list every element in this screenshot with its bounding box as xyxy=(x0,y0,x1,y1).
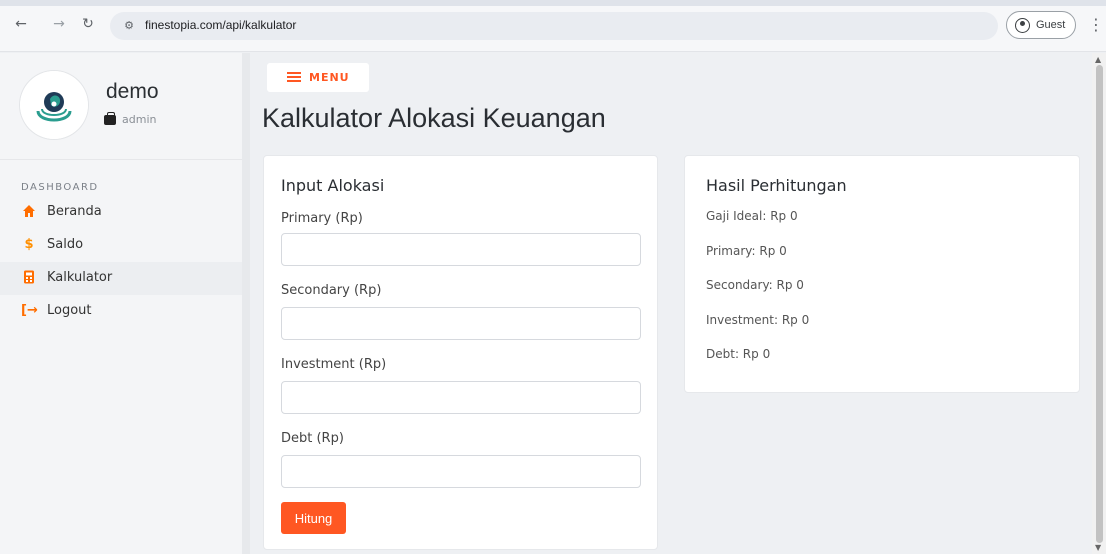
debt-field-label: Debt (Rp) xyxy=(281,431,344,446)
address-url[interactable]: finestopia.com/api/kalkulator xyxy=(145,18,296,32)
more-vert-icon[interactable]: ⋮ xyxy=(1088,14,1104,36)
input-card-title: Input Alokasi xyxy=(281,176,385,195)
guest-profile-button[interactable]: Guest xyxy=(1006,11,1076,39)
sidebar-item-logout[interactable]: [→ Logout xyxy=(0,295,242,328)
sidebar-item-label: Saldo xyxy=(47,237,84,252)
logo-icon xyxy=(20,71,88,139)
sidebar-item-beranda[interactable]: Beranda xyxy=(0,196,242,229)
scroll-down-icon[interactable]: ▼ xyxy=(1095,543,1101,552)
main-content: MENU Kalkulator Alokasi Keuangan Input A… xyxy=(250,53,1100,554)
address-bar[interactable]: ⚙ finestopia.com/api/kalkulator xyxy=(110,12,998,40)
input-allocation-card: Input Alokasi Primary (Rp) Secondary (Rp… xyxy=(263,155,658,550)
result-card: Hasil Perhitungan Gaji Ideal: Rp 0 Prima… xyxy=(684,155,1080,393)
menu-button-label: MENU xyxy=(309,71,350,84)
result-investment: Investment: Rp 0 xyxy=(706,313,810,327)
result-debt: Debt: Rp 0 xyxy=(706,347,771,361)
page-scrollbar[interactable]: ▲ ▼ xyxy=(1092,53,1106,554)
back-arrow-icon[interactable]: ← xyxy=(12,15,30,33)
secondary-input[interactable] xyxy=(281,307,641,340)
investment-field-label: Investment (Rp) xyxy=(281,357,387,372)
investment-input[interactable] xyxy=(281,381,641,414)
result-gaji-ideal: Gaji Ideal: Rp 0 xyxy=(706,209,798,223)
hitung-button[interactable]: Hitung xyxy=(281,502,346,534)
primary-input[interactable] xyxy=(281,233,641,266)
site-settings-icon[interactable]: ⚙ xyxy=(120,17,138,35)
debt-input[interactable] xyxy=(281,455,641,488)
primary-field-label: Primary (Rp) xyxy=(281,211,363,226)
secondary-field-label: Secondary (Rp) xyxy=(281,283,382,298)
sidebar-item-label: Kalkulator xyxy=(47,270,113,285)
browser-toolbar: ← → ↻ ⚙ finestopia.com/api/kalkulator Gu… xyxy=(0,0,1106,52)
hamburger-icon xyxy=(287,72,301,82)
sidebar-item-kalkulator[interactable]: Kalkulator xyxy=(0,262,242,295)
reload-icon[interactable]: ↻ xyxy=(79,15,97,33)
result-primary: Primary: Rp 0 xyxy=(706,244,787,258)
scroll-up-icon[interactable]: ▲ xyxy=(1095,55,1101,64)
guest-profile-icon xyxy=(1015,18,1030,33)
home-icon xyxy=(21,204,37,220)
result-card-title: Hasil Perhitungan xyxy=(706,176,847,195)
user-profile: demo admin xyxy=(0,53,242,160)
user-role: admin xyxy=(122,113,157,126)
logout-icon: [→ xyxy=(21,303,38,318)
menu-section-label: DASHBOARD xyxy=(21,182,99,193)
guest-label: Guest xyxy=(1036,19,1066,31)
tab-strip xyxy=(0,0,1106,6)
sidebar-item-saldo[interactable]: $ Saldo xyxy=(0,229,242,262)
menu-toggle-button[interactable]: MENU xyxy=(267,63,369,92)
briefcase-icon xyxy=(104,112,116,125)
dollar-icon: $ xyxy=(24,237,34,252)
sidebar-item-label: Logout xyxy=(47,303,92,318)
sidebar: demo admin DASHBOARD Beranda $ Saldo Kal… xyxy=(0,53,242,554)
sidebar-divider xyxy=(242,53,250,554)
scrollbar-thumb[interactable] xyxy=(1096,65,1103,543)
avatar xyxy=(20,71,88,139)
forward-arrow-icon[interactable]: → xyxy=(50,15,68,33)
calculator-icon xyxy=(21,270,37,286)
user-name: demo xyxy=(106,80,159,103)
sidebar-item-label: Beranda xyxy=(47,204,102,219)
page-title: Kalkulator Alokasi Keuangan xyxy=(262,103,606,133)
result-secondary: Secondary: Rp 0 xyxy=(706,278,804,292)
